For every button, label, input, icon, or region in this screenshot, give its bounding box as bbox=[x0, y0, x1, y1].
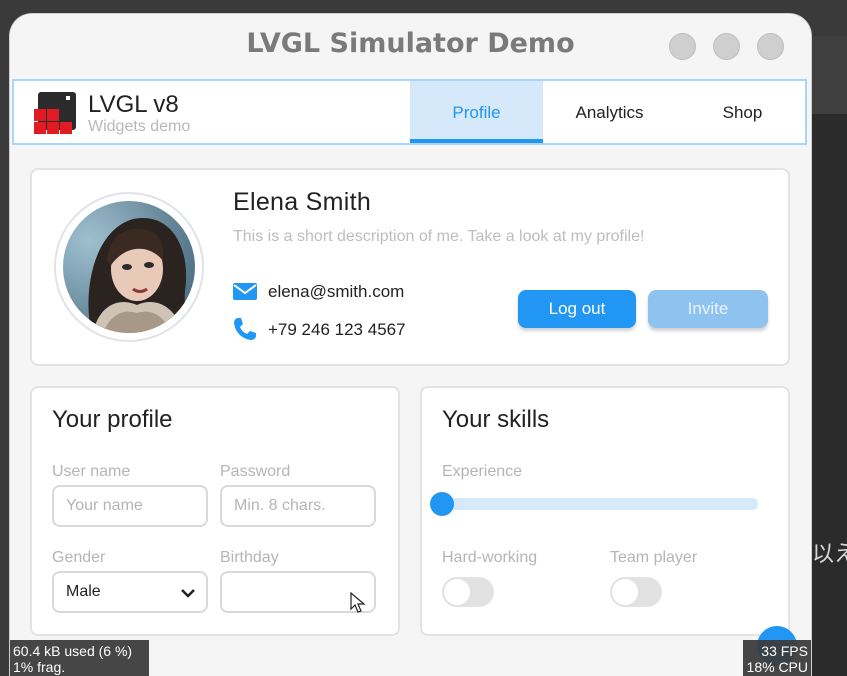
phone-icon bbox=[234, 318, 256, 340]
title-bar[interactable]: LVGL Simulator Demo bbox=[10, 14, 811, 78]
performance-monitor: 33 FPS 18% CPU bbox=[743, 640, 811, 676]
simulator-window: LVGL Simulator Demo LVGL v8 Widgets demo… bbox=[10, 14, 811, 676]
phone-text: +79 246 123 4567 bbox=[268, 320, 406, 339]
gender-label: Gender bbox=[52, 549, 106, 566]
username-input[interactable] bbox=[52, 485, 208, 527]
memory-monitor: 60.4 kB used (6 %) 1% frag. bbox=[10, 640, 149, 676]
invite-button[interactable]: Invite bbox=[648, 290, 768, 328]
switch-knob bbox=[444, 579, 470, 605]
password-label: Password bbox=[220, 463, 291, 480]
teamplayer-label: Team player bbox=[610, 549, 698, 566]
tab-shop[interactable]: Shop bbox=[676, 81, 809, 143]
profile-description: This is a short description of me. Take … bbox=[233, 228, 645, 245]
profile-name: Elena Smith bbox=[233, 188, 372, 216]
birthday-label: Birthday bbox=[220, 549, 279, 566]
experience-slider[interactable] bbox=[430, 492, 758, 516]
gender-value: Male bbox=[66, 583, 101, 600]
gender-dropdown[interactable]: Male bbox=[52, 571, 208, 613]
tab-profile[interactable]: Profile bbox=[410, 81, 543, 143]
maximize-button[interactable] bbox=[713, 33, 740, 60]
fps-value: 33 FPS bbox=[761, 643, 808, 659]
memory-frag: 1% frag. bbox=[13, 659, 66, 675]
slider-knob[interactable] bbox=[430, 492, 454, 516]
chevron-down-icon bbox=[181, 589, 195, 598]
app-subtitle: Widgets demo bbox=[88, 118, 191, 135]
switch-knob bbox=[612, 579, 638, 605]
tab-analytics[interactable]: Analytics bbox=[543, 81, 676, 143]
your-profile-card: Your profile User name Password Gender M… bbox=[30, 386, 400, 636]
logout-button[interactable]: Log out bbox=[518, 290, 636, 328]
email-text: elena@smith.com bbox=[268, 282, 405, 301]
app-title: LVGL v8 bbox=[88, 91, 179, 118]
teamplayer-switch[interactable] bbox=[610, 577, 662, 607]
close-button[interactable] bbox=[757, 33, 784, 60]
password-input[interactable] bbox=[220, 485, 376, 527]
hardworking-switch[interactable] bbox=[442, 577, 494, 607]
background-strip bbox=[810, 36, 847, 114]
avatar bbox=[54, 192, 204, 342]
experience-label: Experience bbox=[442, 463, 523, 480]
mouse-cursor-icon bbox=[350, 592, 366, 613]
your-profile-title: Your profile bbox=[52, 406, 173, 433]
username-label: User name bbox=[52, 463, 131, 480]
your-skills-card: Your skills Experience Hard-working Team… bbox=[420, 386, 790, 636]
avatar-photo bbox=[63, 201, 195, 333]
lvgl-logo-icon bbox=[34, 92, 76, 134]
your-skills-title: Your skills bbox=[442, 406, 550, 433]
minimize-button[interactable] bbox=[669, 33, 696, 60]
envelope-icon bbox=[233, 283, 257, 300]
background-text: 以え bbox=[812, 542, 847, 567]
memory-used: 60.4 kB used (6 %) bbox=[13, 643, 133, 659]
app-header: LVGL v8 Widgets demo Profile Analytics S… bbox=[12, 79, 807, 145]
background-panel bbox=[810, 36, 847, 676]
profile-card: Elena Smith This is a short description … bbox=[30, 168, 790, 366]
hardworking-label: Hard-working bbox=[442, 549, 538, 566]
cpu-value: 18% CPU bbox=[746, 659, 808, 675]
